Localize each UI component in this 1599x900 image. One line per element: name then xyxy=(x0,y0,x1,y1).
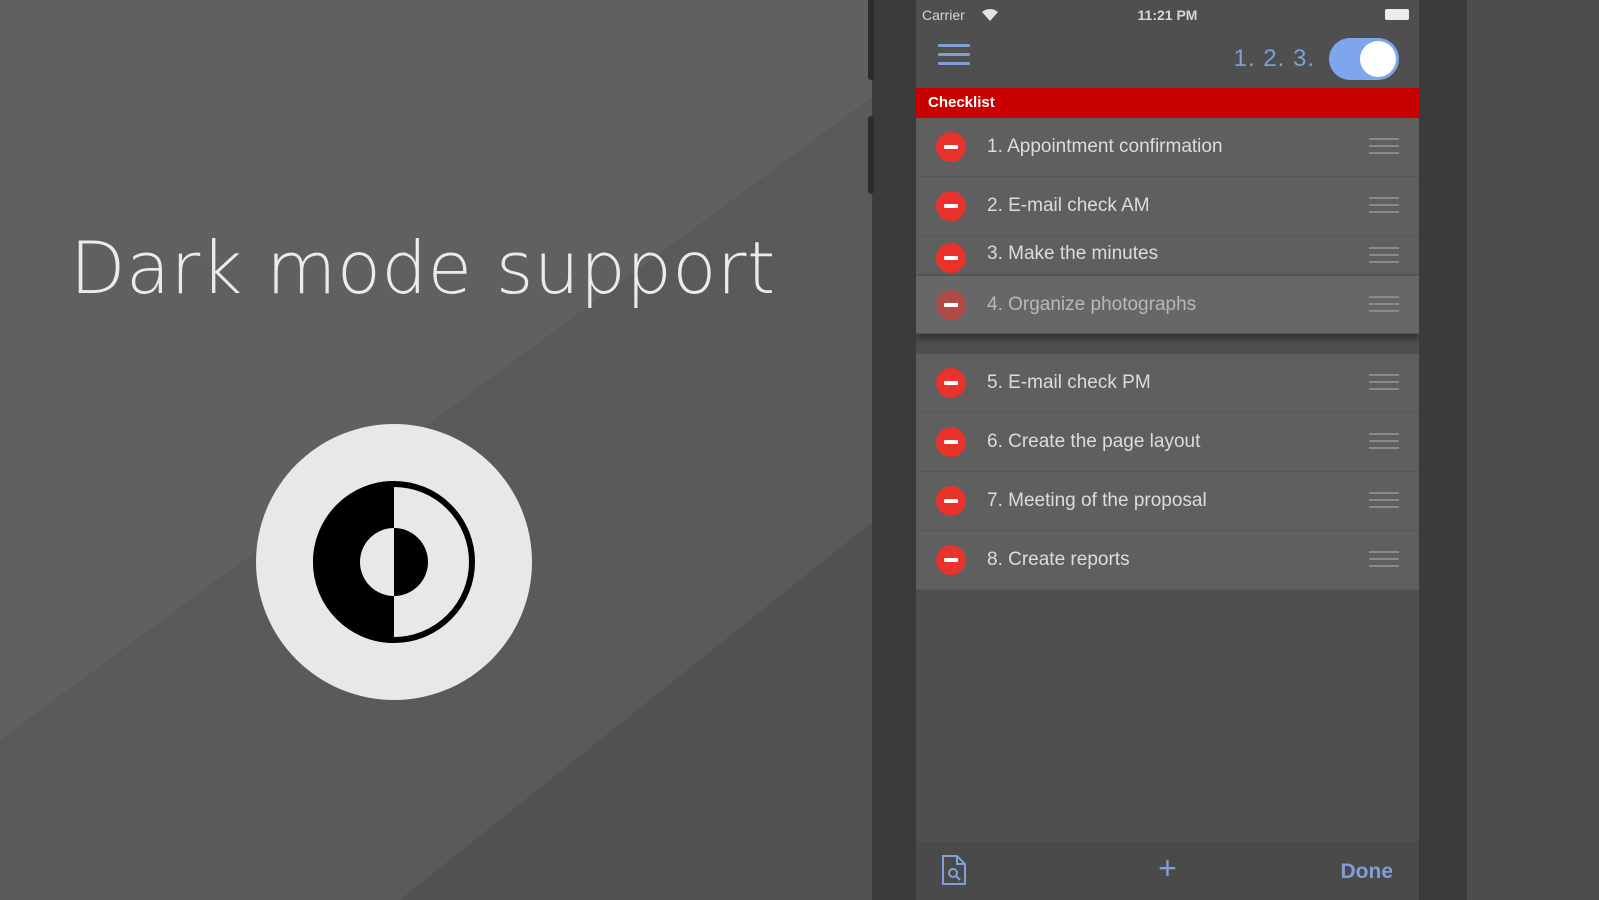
hamburger-menu-icon[interactable] xyxy=(938,44,970,70)
list-item-label: 4. Organize photographs xyxy=(987,293,1197,315)
list-item-label: 6. Create the page layout xyxy=(987,431,1201,452)
reorder-handle-icon[interactable] xyxy=(1369,138,1399,156)
delete-icon[interactable] xyxy=(936,368,966,398)
delete-icon[interactable] xyxy=(936,289,966,320)
navigation-bar: 1. 2. 3. xyxy=(916,30,1419,88)
numbering-label: 1. 2. 3. xyxy=(1233,45,1315,72)
delete-icon[interactable] xyxy=(936,132,966,162)
delete-icon[interactable] xyxy=(936,242,966,273)
delete-icon[interactable] xyxy=(936,545,966,575)
reorder-handle-icon[interactable] xyxy=(1369,246,1399,265)
reorder-handle-icon[interactable] xyxy=(1369,551,1399,569)
reorder-handle-icon[interactable] xyxy=(1369,295,1399,314)
dark-mode-contrast-icon xyxy=(256,424,532,700)
bottom-toolbar: + Done xyxy=(916,842,1419,900)
list-item[interactable]: 6. Create the page layout xyxy=(916,413,1419,472)
list-item-label: 8. Create reports xyxy=(987,549,1130,570)
add-button[interactable]: + xyxy=(1158,850,1177,886)
list-item[interactable]: 3. Make the minutes xyxy=(916,236,1419,276)
document-icon[interactable] xyxy=(940,854,968,886)
reorder-handle-icon[interactable] xyxy=(1369,374,1399,392)
phone-side-button xyxy=(868,0,874,80)
list-item[interactable]: 5. E-mail check PM xyxy=(916,354,1419,413)
toggle-knob xyxy=(1360,41,1396,77)
status-time: 11:21 PM xyxy=(1137,7,1198,23)
delete-icon[interactable] xyxy=(936,486,966,516)
phone-screen: Carrier 11:21 PM 1. 2. 3. Checklist 1. A… xyxy=(916,0,1419,900)
list-item-label: 2. E-mail check AM xyxy=(987,195,1150,216)
numbering-toggle[interactable] xyxy=(1329,38,1399,80)
list-item[interactable]: 8. Create reports xyxy=(916,531,1419,590)
list-item-label: 5. E-mail check PM xyxy=(987,372,1151,393)
headline: Dark mode support xyxy=(70,226,776,310)
section-header: Checklist xyxy=(916,88,1419,118)
list-item-label: 1. Appointment confirmation xyxy=(987,136,1223,157)
battery-icon xyxy=(1385,9,1409,20)
status-bar: Carrier 11:21 PM xyxy=(916,0,1419,30)
list-item[interactable]: 1. Appointment confirmation xyxy=(916,118,1419,177)
reorder-handle-icon[interactable] xyxy=(1369,433,1399,451)
reorder-handle-icon[interactable] xyxy=(1369,492,1399,510)
list-item-label: 7. Meeting of the proposal xyxy=(987,490,1207,511)
delete-icon[interactable] xyxy=(936,191,966,221)
delete-icon[interactable] xyxy=(936,427,966,457)
done-button[interactable]: Done xyxy=(1341,860,1394,884)
reorder-handle-icon[interactable] xyxy=(1369,197,1399,215)
list-item[interactable]: 7. Meeting of the proposal xyxy=(916,472,1419,531)
list-item-dragging[interactable]: 4. Organize photographs xyxy=(916,276,1419,334)
phone-side-button xyxy=(868,116,874,194)
list-item-label: 3. Make the minutes xyxy=(987,242,1159,264)
list-item[interactable]: 2. E-mail check AM xyxy=(916,177,1419,236)
